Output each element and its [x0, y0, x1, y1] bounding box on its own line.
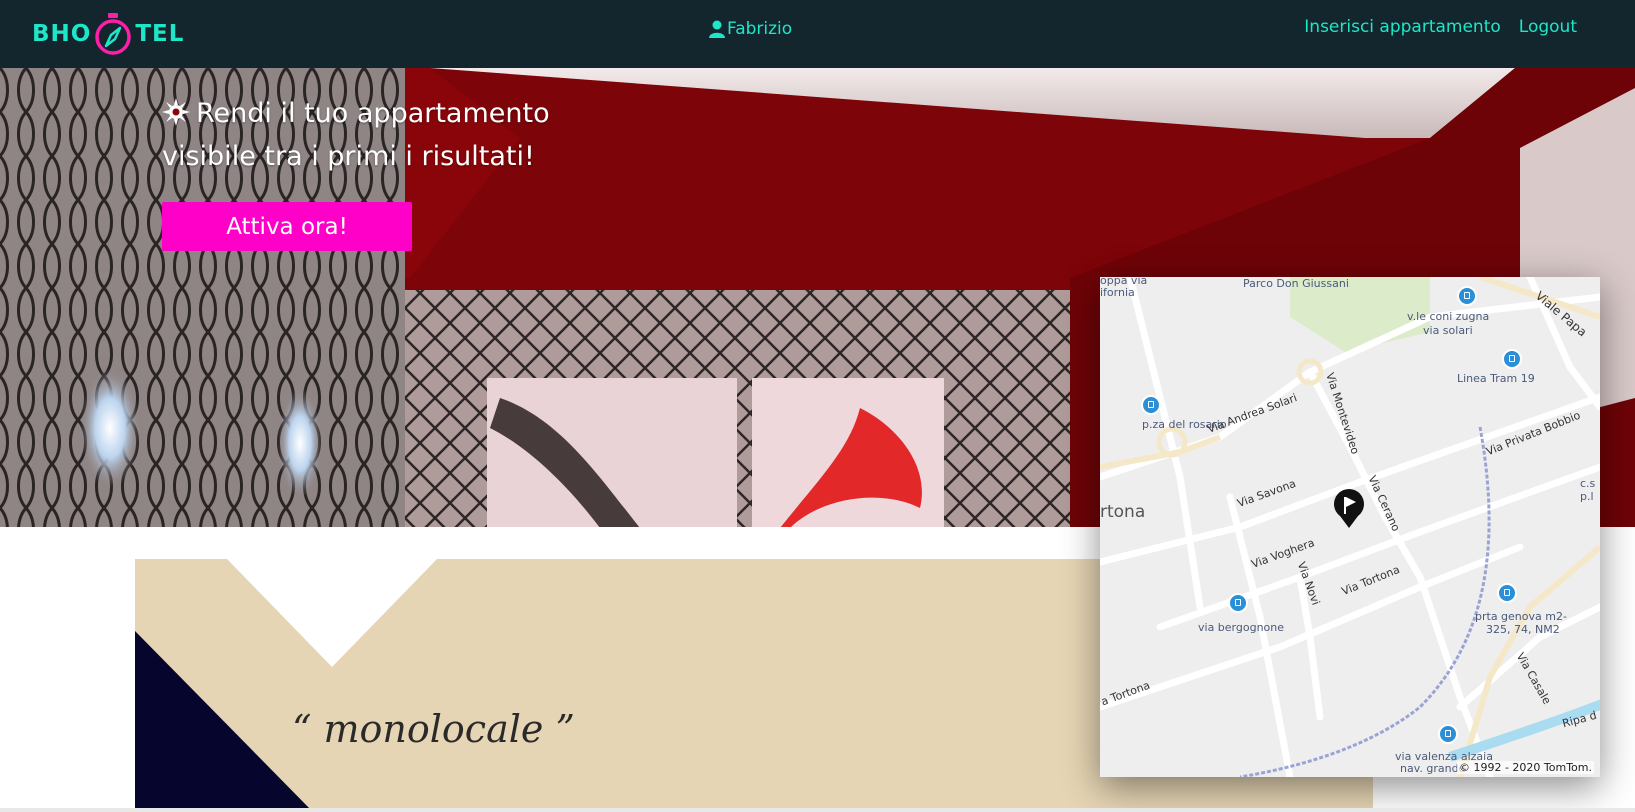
headline-line-2: visibile tra i primi i risultati! — [162, 141, 535, 172]
top-navbar: BHO TEL Fabrizio Inserisci appartamento … — [0, 0, 1635, 68]
insert-apartment-link[interactable]: Inserisci appartamento — [1304, 17, 1501, 37]
map-label-tortona-area: rtona — [1100, 502, 1146, 522]
user-profile-link[interactable]: Fabrizio — [709, 17, 792, 41]
compass-icon — [95, 13, 132, 55]
page-bottom-divider — [0, 808, 1635, 812]
location-map[interactable]: Parco Don Giussani oppa via ifornia Vial… — [1100, 277, 1600, 777]
map-label-linea-tram: Linea Tram 19 — [1457, 372, 1535, 385]
map-label-porta-genova-2: 325, 74, NM2 — [1486, 623, 1560, 636]
username-label: Fabrizio — [727, 19, 793, 39]
sun-icon — [162, 98, 190, 126]
bus-stop-icon[interactable] — [1457, 286, 1477, 306]
activate-now-button[interactable]: Attiva ora! — [162, 202, 412, 251]
site-logo[interactable]: BHO TEL — [32, 12, 184, 56]
flag-marker-icon[interactable] — [1333, 489, 1365, 529]
bus-stop-icon[interactable] — [1228, 593, 1248, 613]
map-label-bergognone: via bergognone — [1198, 621, 1285, 634]
map-label-coni-zugna: v.le coni zugna — [1407, 310, 1490, 323]
map-label-fornia: ifornia — [1100, 286, 1135, 299]
bus-stop-icon[interactable] — [1497, 583, 1517, 603]
map-label-valenza-2: nav. grande — [1400, 762, 1466, 775]
map-copyright: © 1992 - 2020 TomTom. — [1456, 761, 1594, 774]
card-triangle-decoration — [135, 631, 313, 812]
logo-text-right: TEL — [135, 21, 185, 47]
bus-stop-icon[interactable] — [1141, 395, 1161, 415]
user-icon — [709, 20, 725, 38]
map-label-pl: p.l — [1580, 490, 1594, 503]
hero-headline: Rendi il tuo appartamento visibile tra i… — [162, 92, 602, 178]
logo-text-left: BHO — [32, 21, 92, 47]
apartment-type-quote: “ monolocale ” — [292, 707, 575, 751]
map-label-cs: c.s — [1580, 477, 1596, 490]
bus-stop-icon[interactable] — [1502, 349, 1522, 369]
map-label-porta-genova-1: prta genova m2- — [1475, 610, 1567, 623]
nav-links: Inserisci appartamento Logout — [1304, 17, 1577, 37]
headline-line-1: Rendi il tuo appartamento — [196, 98, 550, 129]
bus-stop-icon[interactable] — [1438, 724, 1458, 744]
map-label-parco: Parco Don Giussani — [1243, 277, 1349, 290]
map-label-via-solari-stop: via solari — [1423, 324, 1473, 337]
logout-link[interactable]: Logout — [1519, 17, 1577, 37]
